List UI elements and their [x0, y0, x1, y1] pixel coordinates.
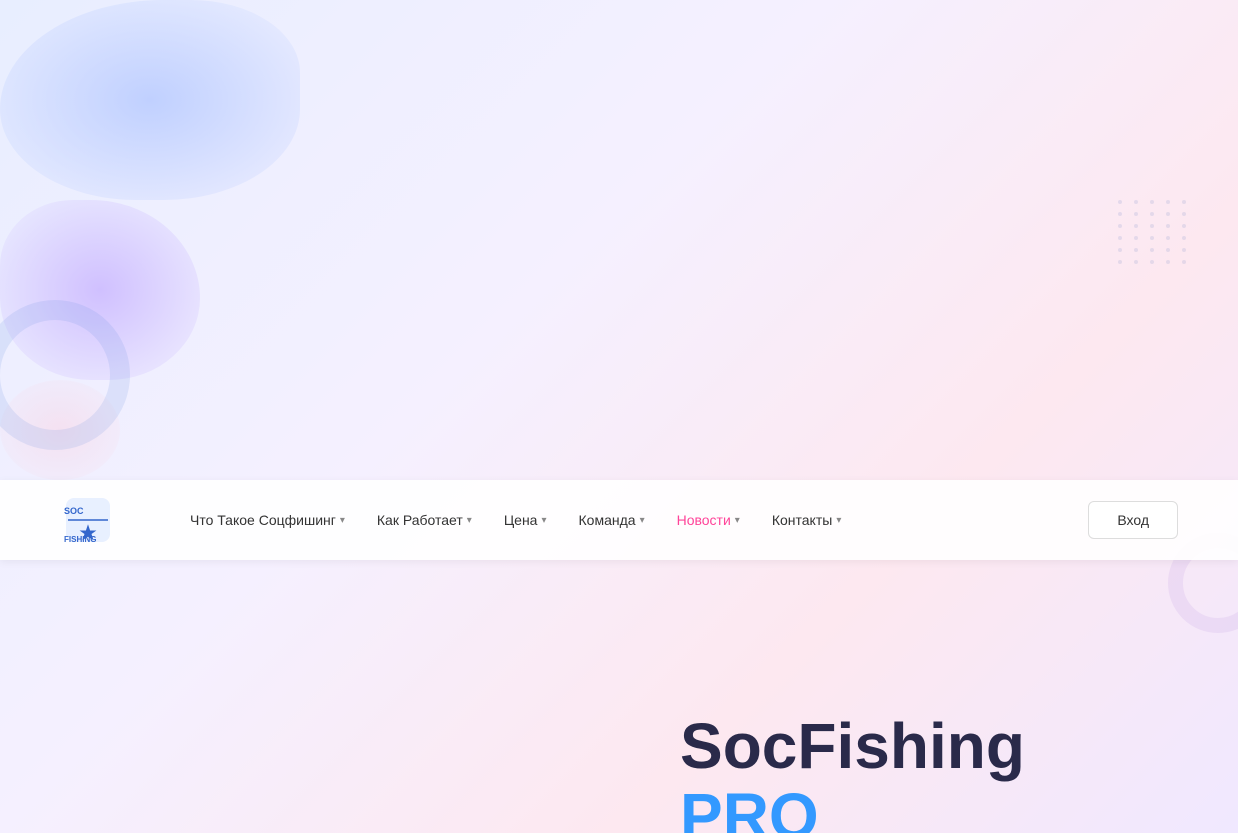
- nav-item-contacts[interactable]: Контакты ▾: [758, 504, 856, 536]
- chevron-down-icon: ▾: [640, 515, 645, 526]
- logo[interactable]: SOC FISHING: [60, 492, 116, 548]
- nav-item-team[interactable]: Команда ▾: [565, 504, 659, 536]
- nav-item-price[interactable]: Цена ▾: [490, 504, 561, 536]
- chevron-down-icon: ▾: [836, 515, 841, 526]
- svg-text:SOC: SOC: [64, 506, 84, 516]
- logo-icon: SOC FISHING: [60, 492, 116, 548]
- hero-illustration: [60, 560, 640, 833]
- hero-content: SocFishing PRO Технология, позволяющая о…: [640, 691, 1178, 833]
- chevron-down-icon: ▾: [467, 515, 472, 526]
- nav-item-news[interactable]: Новости ▾: [663, 504, 754, 536]
- nav-login-area: Вход: [1088, 501, 1178, 539]
- chevron-down-icon: ▾: [541, 515, 546, 526]
- login-button[interactable]: Вход: [1088, 501, 1178, 539]
- chevron-down-icon: ▾: [340, 515, 345, 526]
- nav-item-how[interactable]: Как Работает ▾: [363, 504, 486, 536]
- nav-links: Что Такое Соцфишинг ▾ Как Работает ▾ Цен…: [176, 504, 1088, 536]
- chevron-down-icon: ▾: [735, 515, 740, 526]
- hero-title: SocFishing PRO: [680, 711, 1178, 833]
- hero-title-text: SocFishing: [680, 710, 1025, 782]
- navbar: SOC FISHING Что Такое Соцфишинг ▾ Как Ра…: [0, 480, 1238, 560]
- decor-dots: [1118, 200, 1198, 320]
- nav-item-what[interactable]: Что Такое Соцфишинг ▾: [176, 504, 359, 536]
- hero-title-pro: PRO: [680, 780, 819, 833]
- svg-text:FISHING: FISHING: [64, 535, 96, 544]
- decor-cloud-1: [0, 0, 300, 200]
- hero-section: SocFishing PRO Технология, позволяющая о…: [0, 560, 1238, 833]
- page-wrapper: SOC FISHING Что Такое Соцфишинг ▾ Как Ра…: [0, 0, 1238, 833]
- isometric-scene: [60, 697, 620, 833]
